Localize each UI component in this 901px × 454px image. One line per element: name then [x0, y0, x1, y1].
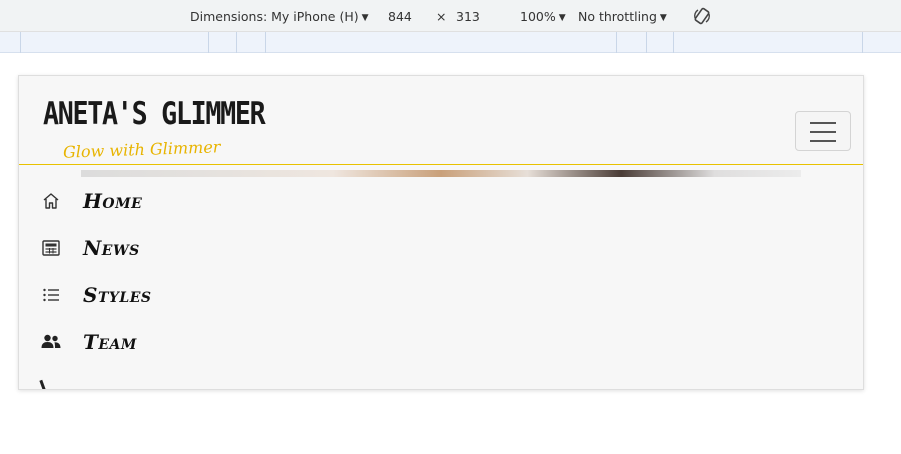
nav-item-label: News — [83, 236, 140, 260]
newspaper-icon — [39, 236, 63, 260]
people-icon — [39, 330, 63, 354]
dropdown-caret-icon: ▼ — [659, 13, 667, 23]
dropdown-caret-icon: ▼ — [558, 13, 566, 23]
nav-item-team[interactable]: Team — [39, 328, 136, 356]
navbar-toggler-button[interactable] — [795, 111, 851, 151]
zoom-label: 100% — [520, 9, 556, 24]
home-icon — [39, 189, 63, 213]
dropdown-caret-icon: ▼ — [361, 13, 369, 23]
zoom-dropdown[interactable]: 100% ▼ — [520, 9, 566, 24]
throttling-label: No throttling — [578, 9, 657, 24]
nav-item-news[interactable]: News — [39, 234, 139, 262]
rotate-device-icon[interactable] — [692, 6, 712, 26]
ruler-tick — [862, 32, 863, 53]
media-query-ruler[interactable] — [0, 32, 901, 53]
nav-item-label: Team — [83, 330, 137, 354]
list-icon — [39, 283, 63, 307]
nav-item-styles[interactable]: Styles — [39, 281, 151, 309]
ruler-tick — [20, 32, 21, 53]
device-dimensions-dropdown[interactable]: Dimensions: My iPhone (H) ▼ — [190, 9, 369, 24]
ruler-tick — [646, 32, 647, 53]
ruler-tick — [616, 32, 617, 53]
throttling-dropdown[interactable]: No throttling ▼ — [578, 9, 667, 24]
hero-image — [81, 170, 801, 177]
dimensions-times-sign: × — [436, 9, 447, 24]
brand-tagline: Glow with Glimmer — [62, 137, 221, 162]
devtools-device-toolbar: Dimensions: My iPhone (H) ▼ 844 × 313 100… — [0, 0, 901, 32]
site-logo[interactable]: ANETA'S GLIMMER Glow with Glimmer — [43, 96, 300, 162]
ruler-tick — [208, 32, 209, 53]
viewport-height-input[interactable]: 313 — [456, 9, 480, 24]
device-dimensions-label: Dimensions: My iPhone (H) — [190, 9, 359, 24]
ruler-tick — [265, 32, 266, 53]
navbar-divider — [19, 164, 863, 165]
ruler-tick — [236, 32, 237, 53]
viewport-width-input[interactable]: 844 — [388, 9, 412, 24]
hamburger-icon — [810, 122, 836, 124]
nav-item-label: Home — [83, 189, 143, 213]
nav-item-partial-icon — [39, 379, 46, 389]
nav-item-label: Styles — [83, 283, 152, 307]
nav-item-home[interactable]: Home — [39, 187, 142, 215]
emulated-viewport: ANETA'S GLIMMER Glow with Glimmer Home N… — [18, 75, 864, 390]
brand-title: ANETA'S GLIMMER — [43, 96, 266, 132]
ruler-tick — [673, 32, 674, 53]
